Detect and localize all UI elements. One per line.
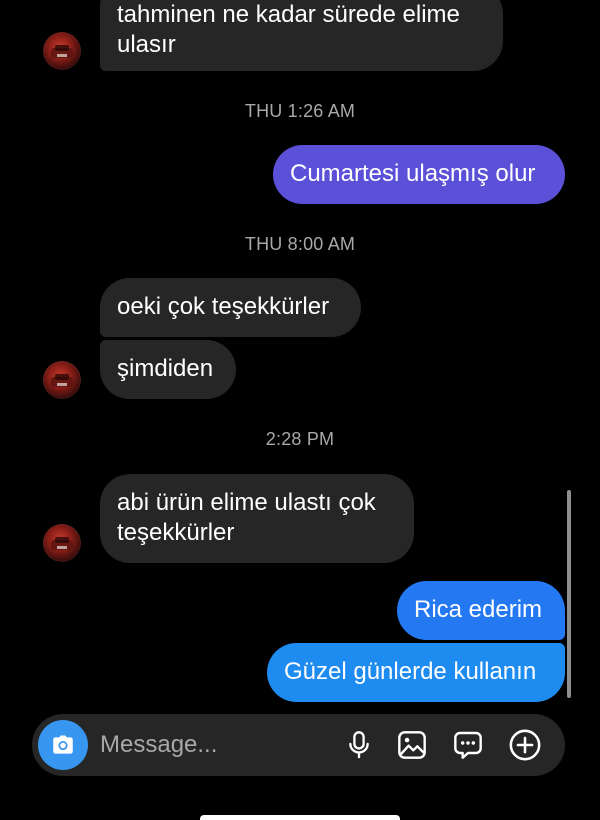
camera-button[interactable]	[38, 720, 88, 770]
sticker-button[interactable]	[450, 727, 486, 763]
more-options-button[interactable]	[507, 727, 543, 763]
image-icon	[398, 731, 426, 759]
gallery-button[interactable]	[394, 727, 430, 763]
avatar-photo	[51, 374, 73, 387]
sticker-chat-icon	[454, 731, 482, 759]
incoming-message-bubble[interactable]: tahminen ne kadar sürede elime ulasır	[100, 0, 503, 71]
plus-circle-icon	[509, 729, 541, 761]
outgoing-message-bubble[interactable]: Güzel günlerde kullanın	[267, 643, 565, 702]
timestamp: THU 8:00 AM	[244, 234, 356, 254]
avatar-photo	[51, 45, 73, 58]
message-input[interactable]	[100, 728, 330, 762]
dm-thread-screen: tahminen ne kadar sürede elime ulasır TH…	[0, 0, 600, 820]
camera-icon	[53, 735, 73, 754]
message-composer	[32, 714, 565, 776]
timestamp: THU 1:26 AM	[244, 101, 356, 121]
microphone-icon	[349, 731, 369, 759]
avatar-photo	[51, 537, 73, 550]
message-text-line: abi ürün elime ulastı çok	[117, 489, 376, 516]
scrollbar[interactable]	[567, 490, 571, 698]
message-text-line: teşekkürler	[117, 519, 235, 546]
outgoing-message-bubble[interactable]: Rica ederim	[397, 581, 565, 640]
incoming-message-bubble[interactable]: şimdiden	[100, 340, 236, 399]
timestamp: 2:28 PM	[265, 429, 335, 449]
message-text-line: tahminen ne kadar sürede elime	[117, 1, 460, 28]
voice-message-button[interactable]	[341, 727, 377, 763]
sender-avatar[interactable]	[43, 524, 81, 562]
message-text-line: ulasır	[117, 31, 176, 58]
sender-avatar[interactable]	[43, 32, 81, 70]
outgoing-message-bubble[interactable]: Cumartesi ulaşmış olur	[273, 145, 565, 204]
incoming-message-bubble[interactable]: abi ürün elime ulastı çok teşekkürler	[100, 474, 414, 563]
incoming-message-bubble[interactable]: oeki çok teşekkürler	[100, 278, 361, 337]
home-indicator[interactable]	[200, 815, 400, 820]
sender-avatar[interactable]	[43, 361, 81, 399]
